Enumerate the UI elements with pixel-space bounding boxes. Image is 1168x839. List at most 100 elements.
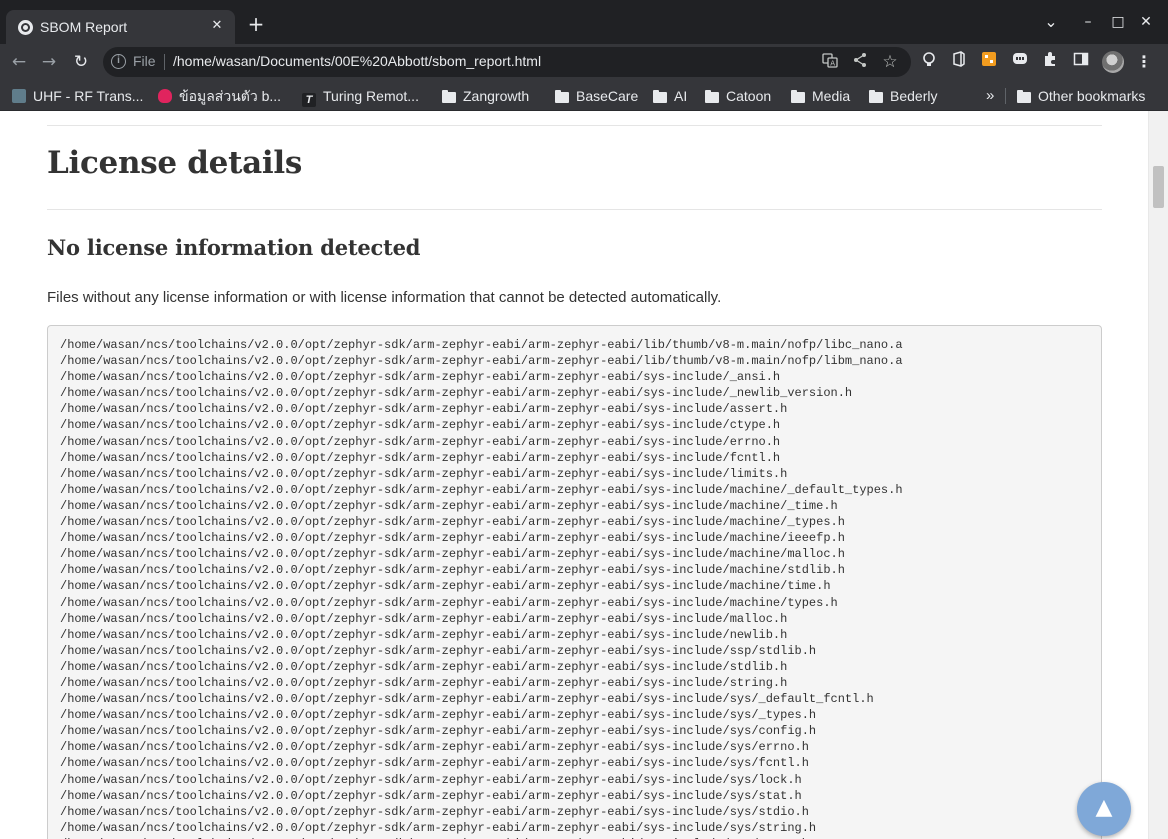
- orange-extension-icon[interactable]: [978, 51, 1000, 73]
- file-path-line: /home/wasan/ncs/toolchains/v2.0.0/opt/ze…: [60, 740, 809, 755]
- bookmark-label: AI: [674, 88, 688, 104]
- bookmark-label: Zangrowth: [463, 88, 530, 104]
- extensions-puzzle-icon[interactable]: [1039, 51, 1061, 73]
- file-path-line: /home/wasan/ncs/toolchains/v2.0.0/opt/ze…: [60, 595, 838, 610]
- share-icon[interactable]: [850, 52, 870, 72]
- file-path-line: /home/wasan/ncs/toolchains/v2.0.0/opt/ze…: [60, 772, 802, 787]
- tab-sbom-report[interactable]: SBOM Report ✕: [6, 10, 235, 44]
- profile-avatar[interactable]: [1102, 51, 1124, 73]
- bookmark-folder-zangrowth[interactable]: Zangrowth: [442, 86, 529, 106]
- scroll-to-top-button[interactable]: ▲: [1077, 782, 1131, 836]
- bookmarks-overflow-button[interactable]: »: [986, 86, 994, 106]
- file-path-line: /home/wasan/ncs/toolchains/v2.0.0/opt/ze…: [60, 450, 781, 465]
- tab-title: SBOM Report: [40, 19, 128, 35]
- file-path-line: /home/wasan/ncs/toolchains/v2.0.0/opt/ze…: [60, 386, 853, 401]
- url-text[interactable]: /home/wasan/Documents/00E%20Abbott/sbom_…: [173, 53, 541, 69]
- bookmarks-bar: UHF - RF Trans... ข้อมูลส่วนตัว b... T Tu…: [0, 80, 1168, 111]
- file-path-line: /home/wasan/ncs/toolchains/v2.0.0/opt/ze…: [60, 418, 781, 433]
- page-scrollbar[interactable]: [1148, 111, 1168, 839]
- bookmark-label: BaseCare: [576, 88, 639, 104]
- file-path-line: /home/wasan/ncs/toolchains/v2.0.0/opt/ze…: [60, 627, 788, 642]
- bookmark-label: UHF - RF Trans...: [33, 88, 144, 104]
- heading-divider: [47, 209, 1102, 210]
- folder-icon: [869, 90, 883, 103]
- file-path-line: /home/wasan/ncs/toolchains/v2.0.0/opt/ze…: [60, 498, 838, 513]
- globe-icon: [18, 20, 33, 35]
- scrollbar-thumb[interactable]: [1153, 166, 1164, 208]
- folder-icon: [1017, 90, 1031, 103]
- file-path-line: /home/wasan/ncs/toolchains/v2.0.0/opt/ze…: [60, 724, 817, 739]
- file-path-line: /home/wasan/ncs/toolchains/v2.0.0/opt/ze…: [60, 402, 788, 417]
- address-bar[interactable]: i File /home/wasan/Documents/00E%20Abbot…: [103, 47, 911, 77]
- folder-icon: [705, 90, 719, 103]
- close-window-button[interactable]: ✕: [1136, 12, 1156, 32]
- bookmark-folder-other[interactable]: Other bookmarks: [1017, 86, 1145, 106]
- file-path-line: /home/wasan/ncs/toolchains/v2.0.0/opt/ze…: [60, 804, 809, 819]
- section-subheading: No license information detected: [47, 235, 421, 260]
- minimize-button[interactable]: –: [1078, 12, 1098, 32]
- file-path-line: /home/wasan/ncs/toolchains/v2.0.0/opt/ze…: [60, 611, 788, 626]
- file-path-line: /home/wasan/ncs/toolchains/v2.0.0/opt/ze…: [60, 692, 874, 707]
- menu-kebab-icon[interactable]: ⋮: [1133, 51, 1155, 73]
- forward-icon[interactable]: →: [38, 51, 60, 73]
- file-path-line: /home/wasan/ncs/toolchains/v2.0.0/opt/ze…: [60, 370, 781, 385]
- bookmark-folder-basecare[interactable]: BaseCare: [555, 86, 638, 106]
- bookmark-star-icon[interactable]: ☆: [880, 52, 900, 72]
- bookmark-label: Media: [812, 88, 851, 104]
- folder-icon: [653, 90, 667, 103]
- url-scheme: File: [133, 53, 156, 69]
- svg-text:A: A: [830, 60, 835, 68]
- file-list-code-block: /home/wasan/ncs/toolchains/v2.0.0/opt/ze…: [47, 325, 1102, 839]
- section-description: Files without any license information or…: [47, 289, 722, 306]
- file-path-line: /home/wasan/ncs/toolchains/v2.0.0/opt/ze…: [60, 466, 788, 481]
- folder-icon: [791, 90, 805, 103]
- tab-search-icon[interactable]: ⌄: [1041, 12, 1061, 32]
- bookmark-folder-media[interactable]: Media: [791, 86, 850, 106]
- file-path-line: /home/wasan/ncs/toolchains/v2.0.0/opt/ze…: [60, 482, 903, 497]
- file-path-line: /home/wasan/ncs/toolchains/v2.0.0/opt/ze…: [60, 579, 831, 594]
- bookmarks-divider: [1005, 88, 1006, 104]
- file-path-line: /home/wasan/ncs/toolchains/v2.0.0/opt/ze…: [60, 338, 903, 352]
- chat-extension-icon[interactable]: [1009, 51, 1031, 73]
- bookmark-folder-bederly[interactable]: Bederly: [869, 86, 937, 106]
- tab-strip: SBOM Report ✕ + ⌄ – □ ✕: [0, 0, 1168, 44]
- bookmark-label: Catoon: [726, 88, 772, 104]
- file-path-line: /home/wasan/ncs/toolchains/v2.0.0/opt/ze…: [60, 675, 788, 690]
- file-path-line: /home/wasan/ncs/toolchains/v2.0.0/opt/ze…: [60, 563, 845, 578]
- file-path-line: /home/wasan/ncs/toolchains/v2.0.0/opt/ze…: [60, 659, 788, 674]
- browser-toolbar: ← → ↻ i File /home/wasan/Documents/00E%2…: [0, 44, 1168, 80]
- tab-close-icon[interactable]: ✕: [208, 17, 226, 35]
- section-divider: [47, 125, 1102, 126]
- file-path-line: /home/wasan/ncs/toolchains/v2.0.0/opt/ze…: [60, 788, 802, 803]
- bookmark-uhf-rf[interactable]: UHF - RF Trans...: [12, 86, 143, 106]
- file-path-line: /home/wasan/ncs/toolchains/v2.0.0/opt/ze…: [60, 354, 903, 369]
- url-separator: [164, 54, 165, 70]
- file-path-line: /home/wasan/ncs/toolchains/v2.0.0/opt/ze…: [60, 515, 845, 530]
- bookmark-label: Other bookmarks: [1038, 88, 1146, 104]
- folder-icon: [555, 90, 569, 103]
- file-path-line: /home/wasan/ncs/toolchains/v2.0.0/opt/ze…: [60, 820, 817, 835]
- page-viewport: License details No license information d…: [0, 111, 1148, 839]
- site-icon: [12, 89, 26, 103]
- info-icon[interactable]: i: [111, 54, 126, 69]
- site-icon: T: [302, 93, 316, 107]
- bookmark-folder-ai[interactable]: AI: [653, 86, 687, 106]
- bookmark-folder-catoon[interactable]: Catoon: [705, 86, 771, 106]
- bookmark-label: ข้อมูลส่วนตัว b...: [179, 88, 282, 104]
- bookmark-turing-remote[interactable]: T Turing Remot...: [302, 86, 419, 107]
- maximize-button[interactable]: □: [1108, 12, 1128, 32]
- bookmark-label: Turing Remot...: [323, 88, 419, 104]
- reload-icon[interactable]: ↻: [70, 51, 92, 73]
- bookmark-thai-profile[interactable]: ข้อมูลส่วนตัว b...: [158, 86, 281, 106]
- back-icon[interactable]: ←: [8, 51, 30, 73]
- file-path-line: /home/wasan/ncs/toolchains/v2.0.0/opt/ze…: [60, 708, 817, 723]
- site-icon: [158, 89, 172, 103]
- new-tab-button[interactable]: +: [246, 14, 266, 35]
- side-panel-icon[interactable]: [1070, 51, 1092, 73]
- file-path-line: /home/wasan/ncs/toolchains/v2.0.0/opt/ze…: [60, 756, 809, 771]
- page-title: License details: [47, 145, 302, 181]
- lightbulb-extension-icon[interactable]: [918, 51, 940, 73]
- office-extension-icon[interactable]: [948, 51, 970, 73]
- file-path-line: /home/wasan/ncs/toolchains/v2.0.0/opt/ze…: [60, 547, 845, 562]
- translate-icon[interactable]: A: [820, 52, 840, 72]
